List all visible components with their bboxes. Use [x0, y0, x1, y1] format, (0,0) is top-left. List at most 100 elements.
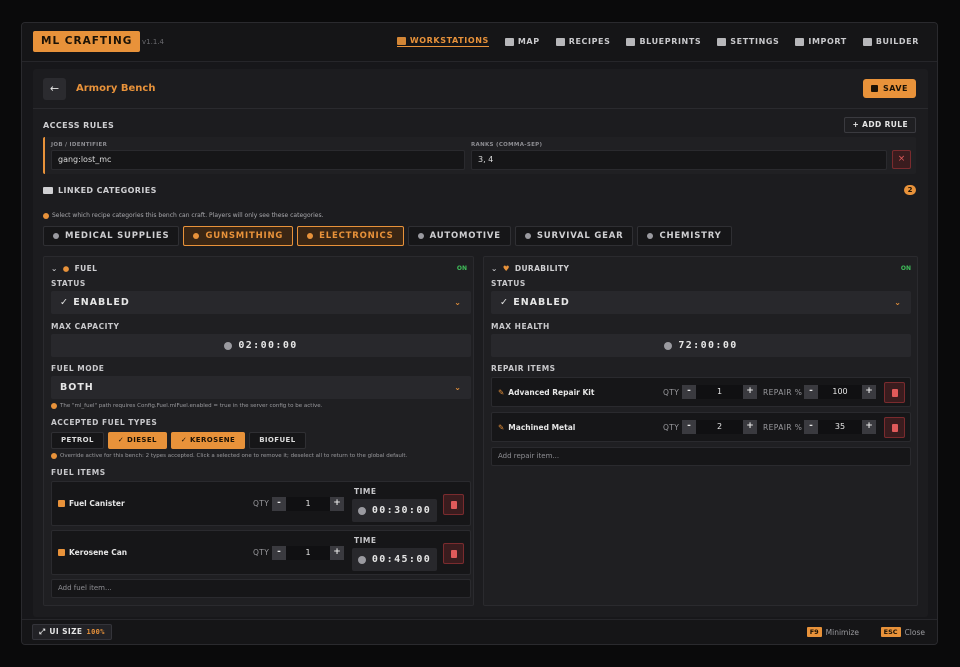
item-name: Kerosene Can	[58, 548, 127, 557]
clock-icon	[224, 341, 233, 350]
item-label: Kerosene Can	[69, 548, 128, 557]
decrement-button[interactable]: -	[804, 420, 818, 434]
ui-size-label: UI SIZE	[49, 627, 83, 636]
increment-button[interactable]: +	[743, 385, 757, 399]
category-chip[interactable]: AUTOMOTIVE	[407, 226, 511, 246]
minimize-label: Minimize	[825, 627, 859, 637]
nav-label: RECIPES	[568, 37, 611, 46]
arrow-left-icon: ←	[49, 82, 60, 95]
app-version: v1.1.4	[142, 38, 164, 46]
fuel-title: FUEL	[74, 264, 98, 273]
nav-import[interactable]: IMPORT	[795, 36, 846, 47]
item-name: ✎ Machined Metal	[498, 423, 575, 432]
close-shortcut[interactable]: ESC Close	[880, 627, 925, 637]
app-logo: ML CRAFTING	[33, 31, 141, 52]
durability-status-select[interactable]: ✓ ENABLED ⌄	[491, 291, 911, 314]
nav-map[interactable]: MAP	[504, 36, 540, 47]
box-icon	[58, 500, 65, 507]
info-icon	[51, 403, 57, 409]
chevron-down-icon: ⌄	[454, 298, 462, 307]
time-input[interactable]: 00:45:00	[352, 548, 437, 571]
fuel-mode-select[interactable]: BOTH ⌄	[51, 376, 471, 399]
delete-item-button[interactable]	[443, 494, 464, 515]
qty-input[interactable]: 1	[286, 546, 330, 560]
chevron-down-icon: ⌄	[51, 264, 58, 273]
hint-text: Select which recipe categories this benc…	[52, 212, 324, 219]
fuel-status-select[interactable]: ✓ ENABLED ⌄	[51, 291, 471, 314]
add-repair-item-input[interactable]: Add repair item...	[491, 447, 911, 466]
time-input[interactable]: 00:30:00	[352, 499, 437, 522]
nav-label: SETTINGS	[730, 37, 780, 46]
delete-item-button[interactable]	[884, 417, 905, 438]
category-chip[interactable]: SURVIVAL GEAR	[514, 226, 634, 246]
clock-icon	[357, 506, 366, 515]
fuel-items-label: FUEL ITEMS	[51, 468, 106, 477]
add-rule-button[interactable]: + ADD RULE	[844, 117, 916, 133]
chevron-down-icon: ⌄	[454, 383, 462, 392]
trash-icon	[450, 500, 457, 509]
remove-rule-button[interactable]: ×	[892, 150, 911, 169]
ranks-input[interactable]: 3, 4	[471, 150, 887, 170]
cube-icon	[862, 37, 872, 46]
qty-label: QTY	[253, 548, 270, 557]
nav-workstations[interactable]: WORKSTATIONS	[396, 36, 489, 47]
import-icon	[795, 37, 805, 46]
fuel-item-row: Kerosene Can QTY -1 + TIME 00:45:00	[51, 530, 471, 575]
back-button[interactable]: ←	[43, 78, 66, 100]
decrement-button[interactable]: -	[272, 546, 286, 560]
repair-item-row: ✎ Machined Metal QTY -2 + REPAIR % -35 +	[491, 412, 911, 442]
max-capacity-input[interactable]: 02:00:00	[51, 334, 471, 357]
nav-settings[interactable]: SETTINGS	[717, 36, 779, 47]
wrench-icon: ✎	[498, 423, 505, 432]
nav-builder[interactable]: BUILDER	[862, 36, 919, 47]
increment-button[interactable]: +	[330, 546, 344, 560]
dot-icon	[647, 233, 654, 239]
max-health-input[interactable]: 72:00:00	[491, 334, 911, 357]
ui-size-button[interactable]: ⤢ UI SIZE 100%	[32, 624, 112, 640]
decrement-button[interactable]: -	[272, 497, 286, 511]
qty-input[interactable]: 1	[286, 497, 330, 511]
time-label: TIME	[354, 536, 377, 545]
decrement-button[interactable]: -	[804, 385, 818, 399]
minimize-shortcut[interactable]: F9 Minimize	[806, 627, 859, 637]
increment-button[interactable]: +	[330, 497, 344, 511]
decrement-button[interactable]: -	[682, 385, 696, 399]
save-button[interactable]: SAVE	[863, 79, 916, 98]
nav-recipes[interactable]: RECIPES	[555, 36, 611, 47]
qty-input[interactable]: 1	[696, 385, 743, 399]
max-capacity-label: MAX CAPACITY	[51, 322, 120, 331]
add-fuel-item-input[interactable]: Add fuel item...	[51, 579, 471, 598]
qty-input[interactable]: 2	[696, 420, 743, 434]
fuel-type-toggle[interactable]: PETROL	[51, 432, 104, 449]
durability-panel: ⌄ ♥ DURABILITY ON STATUS ✓ ENABLED ⌄ MAX HE…	[483, 256, 918, 606]
scroll-icon	[626, 37, 636, 46]
decrement-button[interactable]: -	[682, 420, 696, 434]
delete-item-button[interactable]	[443, 543, 464, 564]
pct-input[interactable]: 35	[818, 420, 862, 434]
category-chip[interactable]: GUNSMITHING	[183, 226, 294, 246]
increment-button[interactable]: +	[743, 420, 757, 434]
fuel-type-toggle[interactable]: ✓ DIESEL	[107, 432, 167, 449]
durability-panel-header[interactable]: ⌄ ♥ DURABILITY	[491, 264, 569, 273]
category-chip[interactable]: ELECTRONICS	[297, 226, 404, 246]
nav-blueprints[interactable]: BLUEPRINTS	[626, 36, 701, 47]
pct-input[interactable]: 100	[818, 385, 862, 399]
item-name: ✎ Advanced Repair Kit	[498, 388, 594, 397]
clock-icon	[664, 341, 673, 350]
delete-item-button[interactable]	[884, 382, 905, 403]
note-text: Override active for this bench: 2 types …	[60, 453, 408, 459]
increment-button[interactable]: +	[862, 420, 876, 434]
main-nav: WORKSTATIONS MAP RECIPES BLUEPRINTS SETT…	[381, 36, 919, 47]
increment-button[interactable]: +	[862, 385, 876, 399]
category-chip[interactable]: MEDICAL SUPPLIES	[43, 226, 180, 246]
fuel-type-toggle[interactable]: BIOFUEL	[249, 432, 306, 449]
dot-icon	[193, 233, 200, 239]
category-chip[interactable]: CHEMISTRY	[637, 226, 732, 246]
note-text: The "ml_fuel" path requires Config.Fuel.…	[60, 403, 323, 409]
status-value: ✓ ENABLED	[500, 297, 570, 308]
chip-label: ELECTRONICS	[319, 231, 394, 241]
fuel-type-toggle[interactable]: ✓ KEROSENE	[170, 432, 246, 449]
job-input[interactable]: gang:lost_mc	[51, 150, 465, 170]
fuel-panel-header[interactable]: ⌄ ● FUEL	[51, 264, 97, 273]
repair-pct-stepper: -100 +	[804, 385, 876, 399]
